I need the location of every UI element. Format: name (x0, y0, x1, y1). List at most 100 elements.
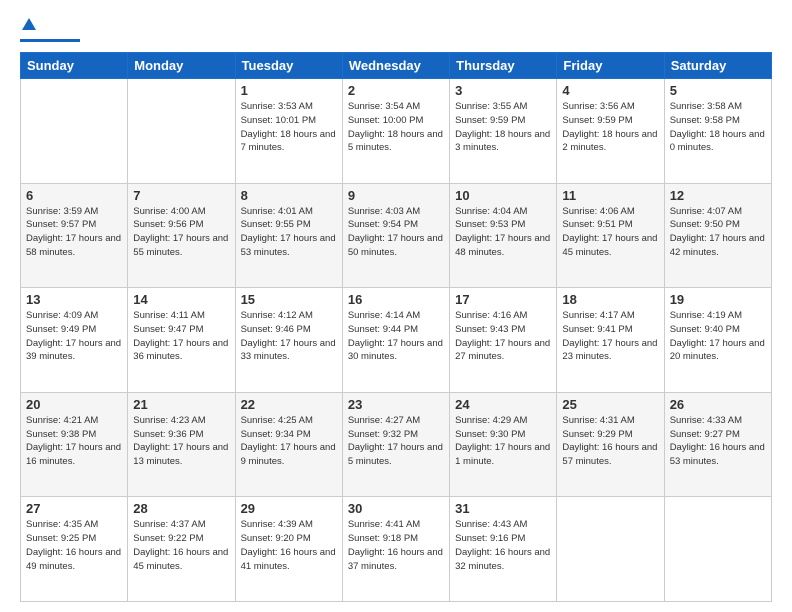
calendar-cell: 7 Sunrise: 4:00 AM Sunset: 9:56 PM Daylig… (128, 183, 235, 288)
calendar-cell: 11Sunrise: 4:06 AM Sunset: 9:51 PM Dayli… (557, 183, 664, 288)
page: SundayMondayTuesdayWednesdayThursdayFrid… (0, 0, 792, 612)
day-number: 7 (133, 188, 229, 203)
day-number: 27 (26, 501, 122, 516)
day-number: 15 (241, 292, 337, 307)
day-number: 30 (348, 501, 444, 516)
day-number: 1 (241, 83, 337, 98)
day-info: Sunrise: 4:29 AM Sunset: 9:30 PM Dayligh… (455, 414, 551, 469)
calendar-cell: 22Sunrise: 4:25 AM Sunset: 9:34 PM Dayli… (235, 392, 342, 497)
day-info: Sunrise: 4:35 AM Sunset: 9:25 PM Dayligh… (26, 518, 122, 573)
day-info: Sunrise: 3:54 AM Sunset: 10:00 PM Daylig… (348, 100, 444, 155)
day-info: Sunrise: 4:14 AM Sunset: 9:44 PM Dayligh… (348, 309, 444, 364)
day-number: 8 (241, 188, 337, 203)
day-info: Sunrise: 4:07 AM Sunset: 9:50 PM Dayligh… (670, 205, 766, 260)
calendar-week-row: 20Sunrise: 4:21 AM Sunset: 9:38 PM Dayli… (21, 392, 772, 497)
calendar-header-wednesday: Wednesday (342, 53, 449, 79)
calendar-cell: 25Sunrise: 4:31 AM Sunset: 9:29 PM Dayli… (557, 392, 664, 497)
day-number: 9 (348, 188, 444, 203)
day-number: 28 (133, 501, 229, 516)
calendar-cell: 10Sunrise: 4:04 AM Sunset: 9:53 PM Dayli… (450, 183, 557, 288)
day-number: 5 (670, 83, 766, 98)
calendar-week-row: 27 Sunrise: 4:35 AM Sunset: 9:25 PM Dayli… (21, 497, 772, 602)
calendar-cell: 9 Sunrise: 4:03 AM Sunset: 9:54 PM Daylig… (342, 183, 449, 288)
calendar-cell: 18 Sunrise: 4:17 AM Sunset: 9:41 PM Dayli… (557, 288, 664, 393)
day-info: Sunrise: 3:56 AM Sunset: 9:59 PM Dayligh… (562, 100, 658, 155)
calendar-cell: 27 Sunrise: 4:35 AM Sunset: 9:25 PM Dayli… (21, 497, 128, 602)
day-number: 4 (562, 83, 658, 98)
day-info: Sunrise: 3:53 AM Sunset: 10:01 PM Daylig… (241, 100, 337, 155)
calendar-cell: 12 Sunrise: 4:07 AM Sunset: 9:50 PM Dayli… (664, 183, 771, 288)
logo (20, 16, 80, 42)
day-number: 19 (670, 292, 766, 307)
day-info: Sunrise: 3:58 AM Sunset: 9:58 PM Dayligh… (670, 100, 766, 155)
day-info: Sunrise: 4:41 AM Sunset: 9:18 PM Dayligh… (348, 518, 444, 573)
calendar-cell: 14 Sunrise: 4:11 AM Sunset: 9:47 PM Dayli… (128, 288, 235, 393)
calendar-header-tuesday: Tuesday (235, 53, 342, 79)
day-number: 3 (455, 83, 551, 98)
day-info: Sunrise: 4:04 AM Sunset: 9:53 PM Dayligh… (455, 205, 551, 260)
calendar-cell (21, 79, 128, 184)
day-number: 26 (670, 397, 766, 412)
day-info: Sunrise: 4:00 AM Sunset: 9:56 PM Dayligh… (133, 205, 229, 260)
calendar-cell: 8 Sunrise: 4:01 AM Sunset: 9:55 PM Daylig… (235, 183, 342, 288)
calendar-cell: 17 Sunrise: 4:16 AM Sunset: 9:43 PM Dayli… (450, 288, 557, 393)
day-info: Sunrise: 4:03 AM Sunset: 9:54 PM Dayligh… (348, 205, 444, 260)
calendar-header-saturday: Saturday (664, 53, 771, 79)
day-number: 17 (455, 292, 551, 307)
calendar-cell: 5 Sunrise: 3:58 AM Sunset: 9:58 PM Daylig… (664, 79, 771, 184)
calendar-cell: 19 Sunrise: 4:19 AM Sunset: 9:40 PM Dayli… (664, 288, 771, 393)
day-info: Sunrise: 4:37 AM Sunset: 9:22 PM Dayligh… (133, 518, 229, 573)
day-info: Sunrise: 4:09 AM Sunset: 9:49 PM Dayligh… (26, 309, 122, 364)
calendar-cell: 30 Sunrise: 4:41 AM Sunset: 9:18 PM Dayli… (342, 497, 449, 602)
calendar-cell (557, 497, 664, 602)
logo-line (20, 39, 80, 42)
calendar-week-row: 13 Sunrise: 4:09 AM Sunset: 9:49 PM Dayli… (21, 288, 772, 393)
logo-icon (21, 16, 37, 32)
day-info: Sunrise: 4:23 AM Sunset: 9:36 PM Dayligh… (133, 414, 229, 469)
calendar-header-row: SundayMondayTuesdayWednesdayThursdayFrid… (21, 53, 772, 79)
day-info: Sunrise: 4:27 AM Sunset: 9:32 PM Dayligh… (348, 414, 444, 469)
calendar-cell: 15Sunrise: 4:12 AM Sunset: 9:46 PM Dayli… (235, 288, 342, 393)
day-info: Sunrise: 4:25 AM Sunset: 9:34 PM Dayligh… (241, 414, 337, 469)
calendar-cell: 4 Sunrise: 3:56 AM Sunset: 9:59 PM Daylig… (557, 79, 664, 184)
calendar-cell: 24Sunrise: 4:29 AM Sunset: 9:30 PM Dayli… (450, 392, 557, 497)
day-number: 13 (26, 292, 122, 307)
day-info: Sunrise: 3:55 AM Sunset: 9:59 PM Dayligh… (455, 100, 551, 155)
day-info: Sunrise: 4:39 AM Sunset: 9:20 PM Dayligh… (241, 518, 337, 573)
day-info: Sunrise: 4:17 AM Sunset: 9:41 PM Dayligh… (562, 309, 658, 364)
day-number: 14 (133, 292, 229, 307)
calendar-cell: 21Sunrise: 4:23 AM Sunset: 9:36 PM Dayli… (128, 392, 235, 497)
calendar-table: SundayMondayTuesdayWednesdayThursdayFrid… (20, 52, 772, 602)
day-info: Sunrise: 4:06 AM Sunset: 9:51 PM Dayligh… (562, 205, 658, 260)
day-number: 2 (348, 83, 444, 98)
day-number: 16 (348, 292, 444, 307)
day-info: Sunrise: 4:19 AM Sunset: 9:40 PM Dayligh… (670, 309, 766, 364)
day-info: Sunrise: 4:11 AM Sunset: 9:47 PM Dayligh… (133, 309, 229, 364)
calendar-cell: 6 Sunrise: 3:59 AM Sunset: 9:57 PM Daylig… (21, 183, 128, 288)
day-info: Sunrise: 4:33 AM Sunset: 9:27 PM Dayligh… (670, 414, 766, 469)
day-info: Sunrise: 4:16 AM Sunset: 9:43 PM Dayligh… (455, 309, 551, 364)
day-number: 6 (26, 188, 122, 203)
calendar-cell: 13 Sunrise: 4:09 AM Sunset: 9:49 PM Dayli… (21, 288, 128, 393)
calendar-header-monday: Monday (128, 53, 235, 79)
day-number: 12 (670, 188, 766, 203)
calendar-cell: 3 Sunrise: 3:55 AM Sunset: 9:59 PM Daylig… (450, 79, 557, 184)
calendar-cell (128, 79, 235, 184)
calendar-cell: 28 Sunrise: 4:37 AM Sunset: 9:22 PM Dayli… (128, 497, 235, 602)
day-number: 25 (562, 397, 658, 412)
day-info: Sunrise: 4:01 AM Sunset: 9:55 PM Dayligh… (241, 205, 337, 260)
calendar-week-row: 6 Sunrise: 3:59 AM Sunset: 9:57 PM Daylig… (21, 183, 772, 288)
calendar-cell (664, 497, 771, 602)
calendar-cell: 26 Sunrise: 4:33 AM Sunset: 9:27 PM Dayli… (664, 392, 771, 497)
calendar-cell: 31Sunrise: 4:43 AM Sunset: 9:16 PM Dayli… (450, 497, 557, 602)
day-info: Sunrise: 4:21 AM Sunset: 9:38 PM Dayligh… (26, 414, 122, 469)
day-info: Sunrise: 3:59 AM Sunset: 9:57 PM Dayligh… (26, 205, 122, 260)
day-number: 31 (455, 501, 551, 516)
day-number: 23 (348, 397, 444, 412)
calendar-cell: 1 Sunrise: 3:53 AM Sunset: 10:01 PM Dayli… (235, 79, 342, 184)
calendar-cell: 20Sunrise: 4:21 AM Sunset: 9:38 PM Dayli… (21, 392, 128, 497)
calendar-week-row: 1 Sunrise: 3:53 AM Sunset: 10:01 PM Dayli… (21, 79, 772, 184)
day-number: 18 (562, 292, 658, 307)
day-number: 29 (241, 501, 337, 516)
header (20, 16, 772, 42)
